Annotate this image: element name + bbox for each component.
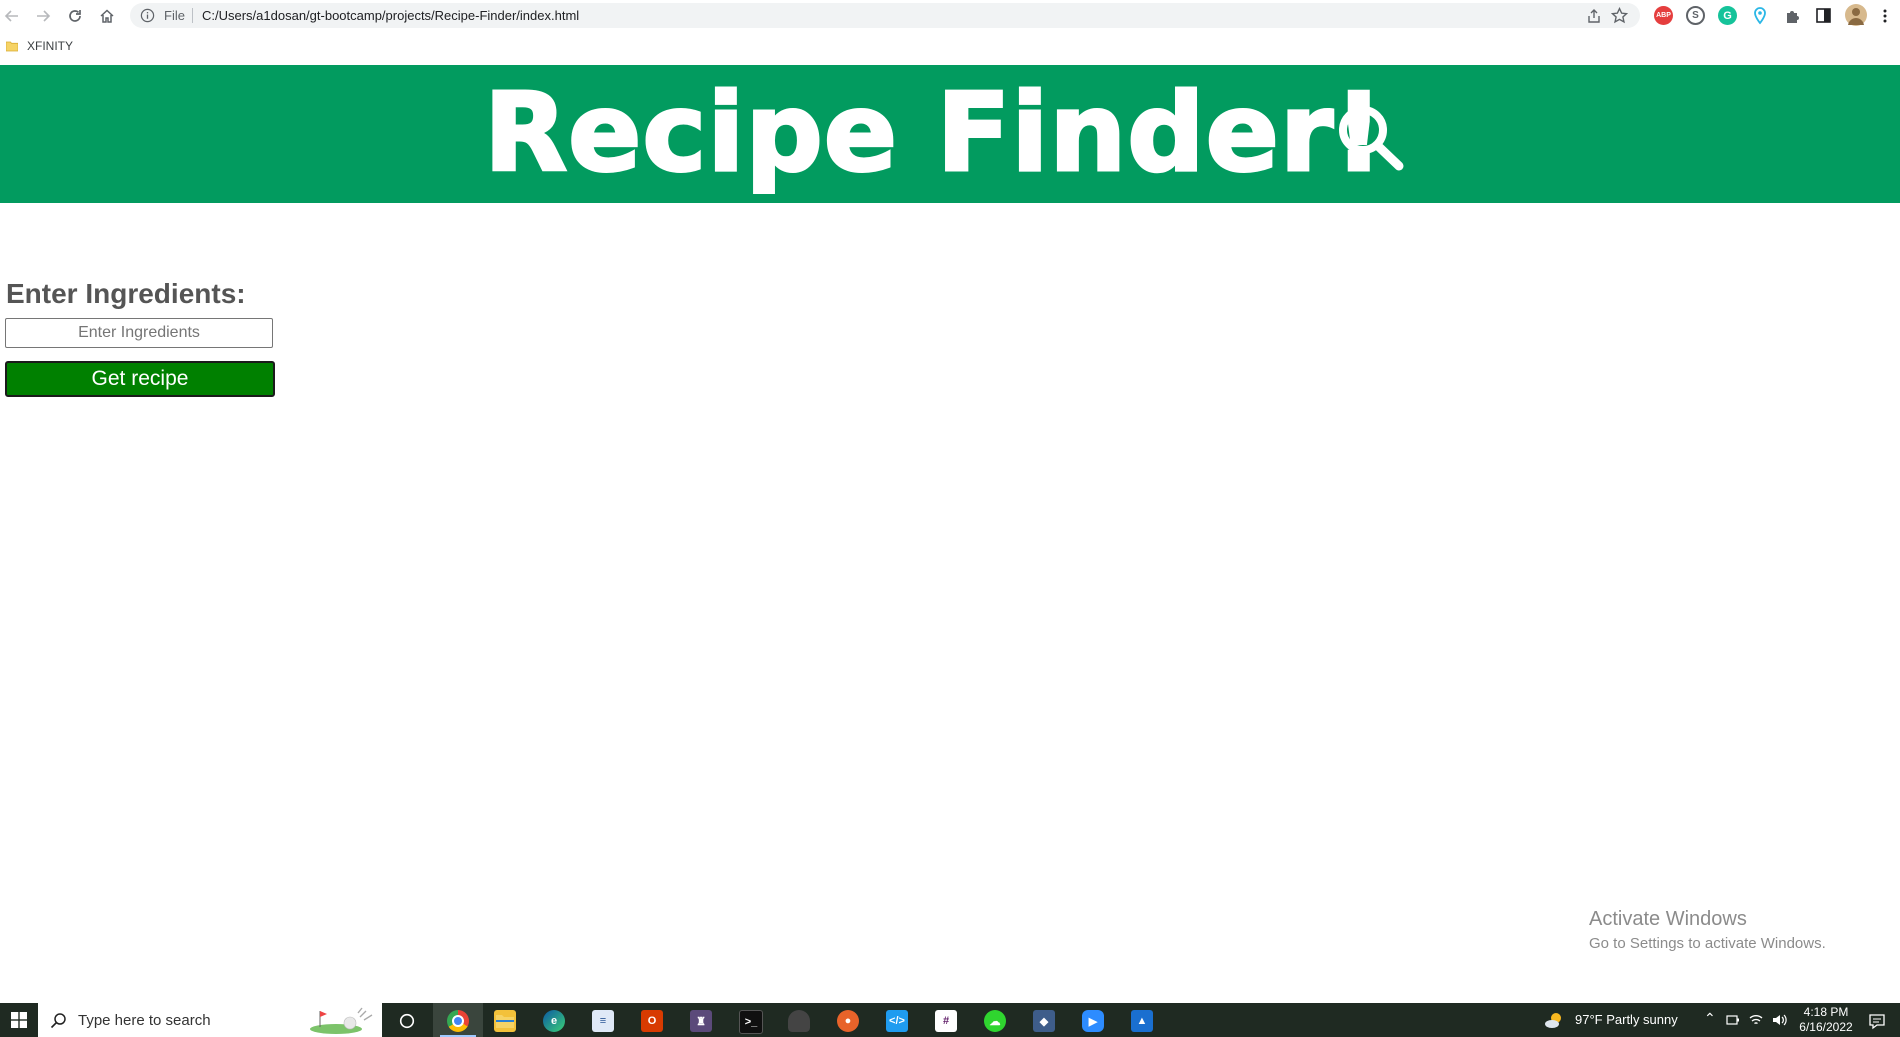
- profile-avatar[interactable]: [1845, 4, 1867, 26]
- taskbar-clock[interactable]: 4:18 PM 6/16/2022: [1796, 1005, 1856, 1035]
- adblock-extension-icon[interactable]: ABP: [1654, 6, 1673, 25]
- wifi-icon[interactable]: [1748, 1012, 1764, 1028]
- notepad-taskbar-icon[interactable]: ≡: [592, 1010, 614, 1032]
- url-scheme-label: File: [164, 8, 185, 23]
- back-button[interactable]: [0, 4, 24, 28]
- side-panel-icon: [1816, 8, 1831, 23]
- weather-text[interactable]: 97°F Partly sunny: [1575, 1012, 1678, 1027]
- notifications-icon[interactable]: [1868, 1012, 1886, 1030]
- circle-icon: [399, 1013, 415, 1029]
- skype-extension-icon[interactable]: S: [1686, 6, 1705, 25]
- clock-date: 6/16/2022: [1799, 1020, 1853, 1034]
- get-recipe-button[interactable]: Get recipe: [5, 361, 275, 397]
- extensions-button[interactable]: [1782, 6, 1801, 25]
- ingredients-input[interactable]: [5, 318, 273, 348]
- git-kraken-taskbar-icon[interactable]: ◆: [1033, 1010, 1055, 1032]
- bookmark-star-icon[interactable]: [1611, 7, 1628, 24]
- golf-doodle-icon: [310, 1007, 373, 1034]
- game-taskbar-icon[interactable]: ♜: [690, 1010, 712, 1032]
- media-taskbar-icon[interactable]: ●: [837, 1010, 859, 1032]
- ingredients-label: Enter Ingredients:: [6, 278, 246, 309]
- watermark-subtitle: Go to Settings to activate Windows.: [1589, 935, 1826, 952]
- file-explorer-taskbar-icon[interactable]: [494, 1010, 516, 1032]
- edge-taskbar-icon[interactable]: e: [543, 1010, 565, 1032]
- url-text[interactable]: C:/Users/a1dosan/gt-bootcamp/projects/Re…: [202, 8, 579, 23]
- volume-icon[interactable]: [1771, 1012, 1787, 1028]
- vscode-taskbar-icon[interactable]: </>: [886, 1010, 908, 1032]
- home-button[interactable]: [95, 4, 119, 28]
- folder-icon: [6, 41, 18, 52]
- grammarly-extension-icon[interactable]: G: [1718, 6, 1737, 25]
- zoom-taskbar-icon[interactable]: ▶: [1082, 1010, 1104, 1032]
- page-title: Recipe Finder!: [482, 70, 1385, 198]
- activate-windows-watermark: Activate Windows Go to Settings to activ…: [1589, 908, 1826, 952]
- map-pin-icon: [1753, 6, 1766, 24]
- cloud-app-taskbar-icon[interactable]: ☁: [984, 1010, 1006, 1032]
- url-divider: [192, 8, 193, 23]
- info-icon[interactable]: [140, 8, 155, 23]
- reload-button[interactable]: [63, 4, 87, 28]
- start-button[interactable]: [0, 1003, 38, 1037]
- home-icon: [100, 9, 114, 23]
- share-icon[interactable]: [1586, 8, 1602, 24]
- magnifier-icon: [50, 1013, 66, 1029]
- watermark-title: Activate Windows: [1589, 908, 1747, 930]
- arrow-left-icon: [4, 10, 18, 22]
- tray-overflow-chevron-icon[interactable]: ⌃: [1704, 1010, 1716, 1027]
- reload-icon: [69, 10, 81, 22]
- helmet-app-taskbar-icon[interactable]: [788, 1010, 810, 1032]
- browser-toolbar: File C:/Users/a1dosan/gt-bootcamp/projec…: [0, 0, 1900, 31]
- search-icon: [1339, 106, 1404, 171]
- bookmarks-bar: XFINITY: [0, 31, 1900, 65]
- taskbar-search-placeholder: Type here to search: [78, 1012, 211, 1029]
- office-taskbar-icon[interactable]: O: [641, 1010, 663, 1032]
- task-view-button[interactable]: [396, 1010, 418, 1032]
- page-header: Recipe Finder!: [0, 65, 1900, 203]
- clock-time: 4:18 PM: [1803, 1005, 1849, 1019]
- side-panel-button[interactable]: [1814, 6, 1833, 25]
- battery-icon[interactable]: [1725, 1012, 1741, 1028]
- address-bar[interactable]: File C:/Users/a1dosan/gt-bootcamp/projec…: [130, 3, 1640, 28]
- folder-icon: [496, 1015, 514, 1028]
- terminal-taskbar-icon[interactable]: >_: [739, 1010, 763, 1034]
- kebab-menu-icon: [1883, 9, 1887, 22]
- chrome-taskbar-icon[interactable]: [447, 1010, 469, 1032]
- forward-button[interactable]: [31, 4, 55, 28]
- weather-icon[interactable]: [1544, 1011, 1564, 1028]
- puzzle-icon: [1786, 10, 1799, 23]
- bookmark-label: XFINITY: [27, 39, 74, 53]
- windows-logo-icon: [11, 1012, 27, 1028]
- arrow-right-icon: [37, 10, 51, 22]
- browser-menu-button[interactable]: [1879, 6, 1891, 25]
- slack-taskbar-icon[interactable]: #: [935, 1010, 957, 1032]
- photos-taskbar-icon[interactable]: ▲: [1131, 1010, 1153, 1032]
- windows-taskbar: Type here to search e ≡ O ♜ >_ ● </> # ☁…: [0, 1003, 1900, 1037]
- partly-sunny-icon: [1545, 1013, 1561, 1028]
- avatar-icon: [1848, 8, 1864, 25]
- location-extension-icon[interactable]: [1750, 6, 1769, 25]
- taskbar-search-box[interactable]: Type here to search: [38, 1003, 382, 1037]
